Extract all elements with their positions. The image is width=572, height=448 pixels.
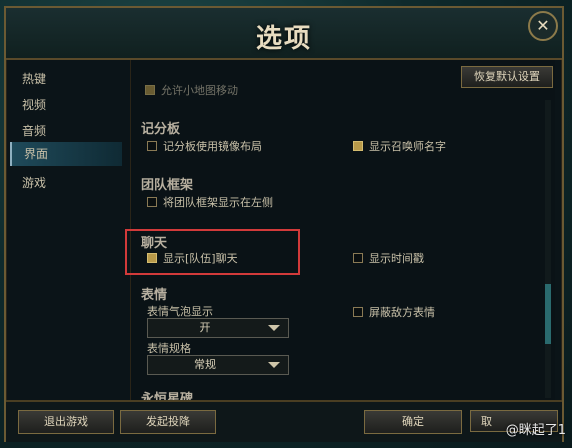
- emote-size-dropdown[interactable]: 常规: [147, 355, 289, 375]
- dropdown-value: 常规: [194, 358, 216, 371]
- window-title: 选项: [255, 24, 312, 54]
- title-bar: 选项 ✕: [6, 8, 562, 60]
- section-emotes: 表情: [141, 288, 168, 303]
- checkbox-icon[interactable]: [147, 197, 157, 207]
- option-label: 显示[队伍]聊天: [163, 252, 238, 265]
- options-window: 选项 ✕ 热键 视频 音频 界面 游戏 恢复默认设置 允许小地图移动 记分板 记…: [4, 6, 564, 442]
- checkbox-icon[interactable]: [145, 85, 155, 95]
- sidebar: 热键 视频 音频 界面 游戏: [6, 60, 126, 400]
- checkbox-icon[interactable]: [353, 307, 363, 317]
- dropdown-value: 开: [199, 321, 211, 334]
- section-eternals: 永恒星碑: [141, 392, 194, 400]
- watermark: @眯起了1: [505, 423, 566, 438]
- option-scoreboard-mirror[interactable]: 记分板使用镜像布局: [147, 138, 262, 154]
- sidebar-item-audio[interactable]: 音频: [22, 122, 46, 139]
- option-label: 允许小地图移动: [161, 84, 238, 97]
- option-label: 屏蔽敌方表情: [369, 306, 435, 319]
- option-label: 记分板使用镜像布局: [163, 140, 262, 153]
- section-chat: 聊天: [141, 236, 168, 251]
- exit-game-button[interactable]: 退出游戏: [18, 410, 114, 434]
- checkbox-icon[interactable]: [147, 253, 157, 263]
- surrender-button[interactable]: 发起投降: [120, 410, 216, 434]
- option-mute-enemy-emotes[interactable]: 屏蔽敌方表情: [353, 304, 435, 320]
- option-label: 显示时间戳: [369, 252, 424, 265]
- sidebar-item-interface[interactable]: 界面: [10, 142, 122, 166]
- option-label: 显示召唤师名字: [369, 140, 446, 153]
- option-show-summoner-names[interactable]: 显示召唤师名字: [353, 138, 446, 154]
- section-team-frames: 团队框架: [141, 178, 194, 193]
- confirm-button[interactable]: 确定: [364, 410, 462, 434]
- option-minimap-move[interactable]: 允许小地图移动: [145, 82, 238, 98]
- chevron-down-icon: [268, 325, 280, 331]
- checkbox-icon[interactable]: [147, 141, 157, 151]
- bottom-bar: 退出游戏 发起投降 确定 取: [6, 400, 562, 442]
- reset-defaults-button[interactable]: 恢复默认设置: [461, 66, 553, 88]
- checkbox-icon[interactable]: [353, 253, 363, 263]
- option-show-timestamps[interactable]: 显示时间戳: [353, 250, 424, 266]
- emote-bubble-dropdown[interactable]: 开: [147, 318, 289, 338]
- emote-size-label: 表情规格: [147, 342, 191, 355]
- section-scoreboard: 记分板: [141, 122, 181, 137]
- scrollbar-thumb[interactable]: [545, 284, 551, 344]
- chevron-down-icon: [268, 362, 280, 368]
- checkbox-icon[interactable]: [353, 141, 363, 151]
- option-team-frames-left[interactable]: 将团队框架显示在左侧: [147, 194, 273, 210]
- sidebar-item-game[interactable]: 游戏: [22, 174, 46, 191]
- option-label: 将团队框架显示在左侧: [163, 196, 273, 209]
- sidebar-item-hotkeys[interactable]: 热键: [22, 70, 46, 87]
- sidebar-item-video[interactable]: 视频: [22, 96, 46, 113]
- close-icon[interactable]: ✕: [528, 11, 558, 41]
- scrollbar[interactable]: [545, 100, 551, 398]
- option-show-team-chat[interactable]: 显示[队伍]聊天: [147, 250, 238, 266]
- settings-panel: 恢复默认设置 允许小地图移动 记分板 记分板使用镜像布局 显示召唤师名字 团队框…: [125, 60, 555, 400]
- emote-bubble-label: 表情气泡显示: [147, 305, 213, 318]
